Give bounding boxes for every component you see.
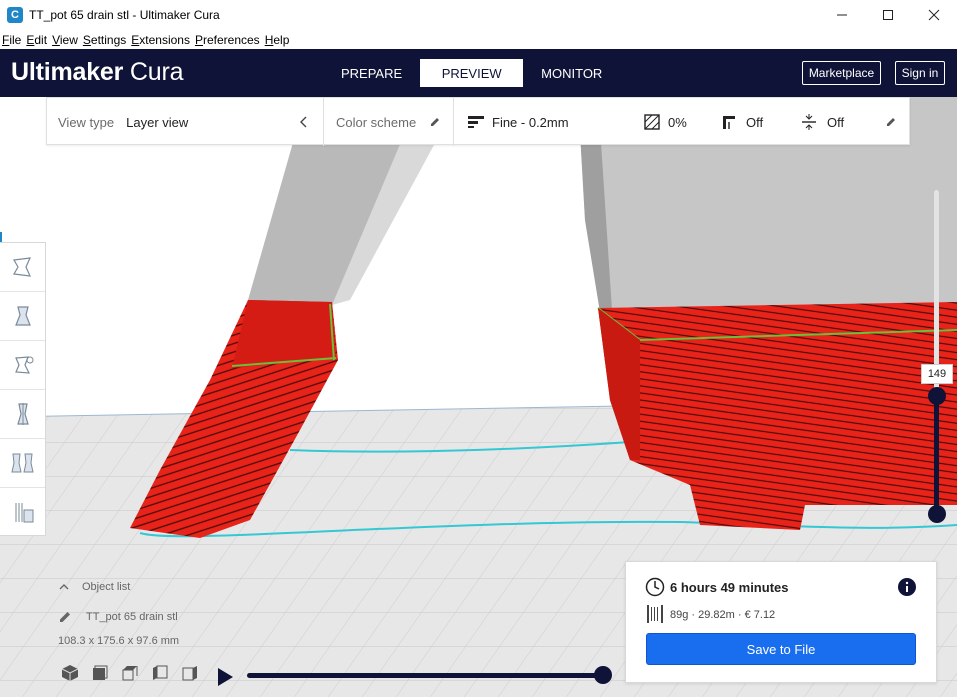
move-icon: [12, 257, 31, 277]
right-view-icon: [182, 666, 197, 681]
close-button[interactable]: [911, 0, 957, 30]
scale-icon: [14, 306, 31, 326]
3d-view-button[interactable]: [60, 663, 80, 683]
view-type-selector[interactable]: View type Layer view: [58, 98, 188, 146]
infill-icon: [644, 114, 660, 130]
view-type-label: View type: [58, 114, 115, 130]
current-layer-label[interactable]: 149: [921, 364, 953, 384]
left-toolbox: [0, 242, 46, 536]
print-time: 6 hours 49 minutes: [670, 580, 789, 595]
profile-value: Fine - 0.2mm: [492, 114, 569, 130]
clock-icon: [645, 577, 665, 597]
infill-setting[interactable]: 0%: [644, 98, 687, 146]
menu-view[interactable]: View: [50, 33, 81, 47]
menu-help[interactable]: Help: [263, 33, 293, 47]
color-scheme-label: Color scheme: [336, 114, 417, 130]
color-scheme-selector[interactable]: Color scheme: [336, 98, 416, 146]
mirror-tool-button[interactable]: [0, 390, 45, 439]
info-icon[interactable]: [898, 578, 916, 596]
menu-preferences[interactable]: Preferences: [193, 33, 263, 47]
sign-in-button[interactable]: Sign in: [895, 61, 945, 85]
per-model-settings-icon: [10, 453, 34, 473]
material-spool-icon: [647, 605, 663, 623]
support-icon: [723, 116, 735, 129]
tab-preview[interactable]: PREVIEW: [420, 59, 524, 87]
app-header: Ultimaker Cura PREPARE PREVIEW MONITOR M…: [0, 49, 957, 97]
divider: [323, 98, 324, 146]
rotate-icon: [14, 356, 33, 374]
tab-monitor[interactable]: MONITOR: [523, 59, 620, 87]
menu-file[interactable]: File: [0, 33, 24, 47]
3d-cube-icon: [61, 665, 79, 681]
support-value: Off: [746, 114, 764, 130]
save-to-file-button[interactable]: Save to File: [646, 633, 916, 665]
layer-slider-upper-handle[interactable]: [928, 387, 946, 405]
support-blocker-button[interactable]: [0, 488, 45, 537]
marketplace-button[interactable]: Marketplace: [802, 61, 881, 85]
adhesion-setting[interactable]: Off: [801, 98, 844, 146]
selection-marker: [0, 232, 2, 242]
print-settings-selector[interactable]: Fine - 0.2mm: [468, 98, 569, 146]
maximize-icon: [883, 10, 893, 20]
top-view-button[interactable]: [120, 663, 140, 683]
menu-settings[interactable]: Settings: [81, 33, 129, 47]
cura-app-icon: C: [7, 7, 23, 23]
simulation-slider-handle[interactable]: [594, 666, 612, 684]
mirror-icon: [16, 403, 29, 425]
chevron-up-icon: [59, 584, 69, 590]
front-view-button[interactable]: [90, 663, 110, 683]
object-dimensions: 108.3 x 175.6 x 97.6 mm: [58, 635, 180, 647]
left-view-icon: [153, 665, 168, 680]
menu-bar: File Edit View Settings Extensions Prefe…: [0, 30, 957, 49]
right-view-button[interactable]: [180, 663, 200, 683]
print-material-cost: 89g · 29.82m · € 7.12: [670, 609, 776, 621]
top-view-icon: [122, 666, 138, 681]
print-info-panel: 6 hours 49 minutes 89g · 29.82m · € 7.12…: [625, 561, 937, 683]
view-settings-bar: View type Layer view Color scheme Fine -…: [46, 97, 910, 146]
simulation-slider-track[interactable]: [247, 673, 603, 678]
divider: [453, 98, 454, 146]
layer-slider-range: [934, 396, 939, 515]
profile-icon: [468, 116, 484, 128]
maximize-button[interactable]: [865, 0, 911, 30]
support-blocker-icon: [15, 502, 33, 522]
object-list-header: Object list: [82, 581, 131, 593]
menu-edit[interactable]: Edit: [24, 33, 50, 47]
window-controls: [819, 0, 957, 30]
move-tool-button[interactable]: [0, 243, 45, 292]
per-model-settings-button[interactable]: [0, 439, 45, 488]
stage-tabs: PREPARE PREVIEW MONITOR: [323, 59, 620, 87]
infill-value: 0%: [668, 114, 687, 130]
pencil-icon[interactable]: [429, 98, 441, 146]
window-title: TT_pot 65 drain stl - Ultimaker Cura: [29, 8, 220, 22]
left-view-button[interactable]: [150, 663, 170, 683]
view-type-value: Layer view: [126, 114, 189, 130]
camera-view-buttons: [60, 663, 200, 683]
play-icon[interactable]: [218, 668, 233, 686]
adhesion-value: Off: [827, 114, 845, 130]
ultimaker-cura-logo: Ultimaker Cura: [11, 58, 184, 86]
object-list-toggle[interactable]: Object list: [58, 581, 130, 593]
tab-prepare[interactable]: PREPARE: [323, 59, 420, 87]
pencil-icon: [60, 612, 70, 622]
menu-extensions[interactable]: Extensions: [129, 33, 193, 47]
close-icon: [928, 9, 940, 21]
edit-settings-pencil-icon[interactable]: [885, 98, 897, 146]
scale-tool-button[interactable]: [0, 292, 45, 341]
layer-slider-lower-handle[interactable]: [928, 505, 946, 523]
front-view-icon: [93, 665, 108, 680]
chevron-left-icon[interactable]: [299, 98, 309, 146]
adhesion-icon: [802, 114, 816, 130]
title-bar: C TT_pot 65 drain stl - Ultimaker Cura: [0, 0, 957, 30]
object-name: TT_pot 65 drain stl: [86, 611, 178, 623]
rotate-tool-button[interactable]: [0, 341, 45, 390]
minimize-icon: [837, 14, 847, 16]
minimize-button[interactable]: [819, 0, 865, 30]
object-name-row[interactable]: TT_pot 65 drain stl: [58, 610, 178, 624]
support-setting[interactable]: Off: [721, 98, 763, 146]
